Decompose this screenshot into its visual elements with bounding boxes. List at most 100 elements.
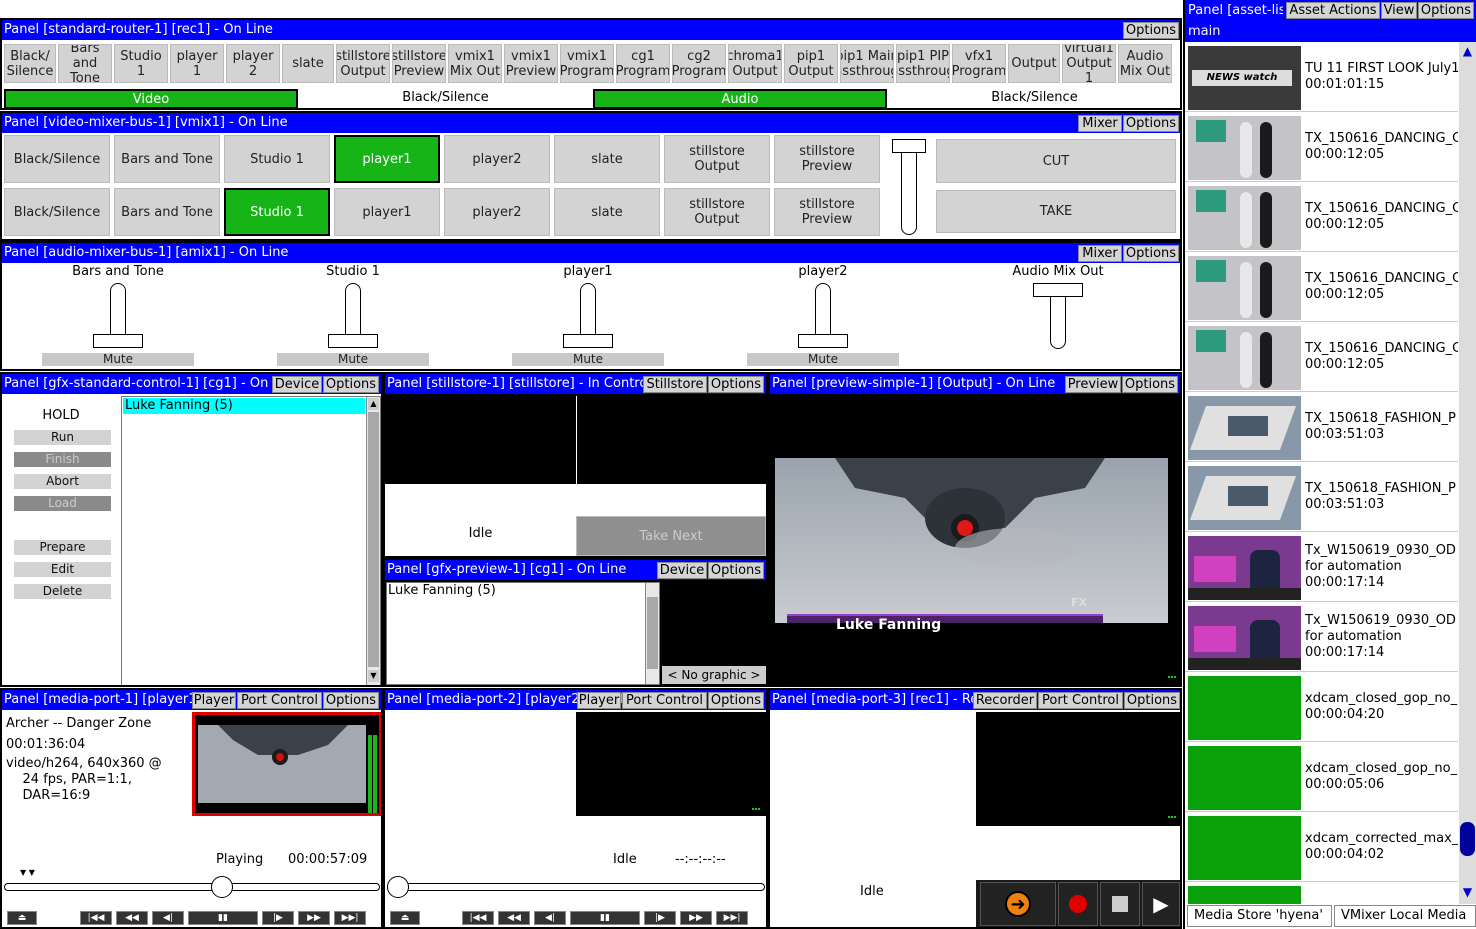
load-button[interactable]: Load — [14, 496, 111, 511]
recorder-button[interactable]: Recorder — [973, 692, 1037, 709]
router-source-button[interactable]: stillstore Output — [336, 44, 390, 83]
router-source-button[interactable]: vmix1 Mix Out — [448, 44, 502, 83]
mute-button[interactable]: Mute — [42, 353, 194, 366]
mute-button[interactable]: Mute — [277, 353, 429, 366]
tbar-track[interactable] — [901, 149, 917, 235]
graphic-nav[interactable]: < No graphic > — [662, 666, 766, 684]
asset-list-item[interactable]: Tx_W150619_0930_OD for automation 00:00:1… — [1185, 532, 1458, 602]
skip-start-button[interactable]: |◀◀ — [80, 911, 112, 925]
list-item-selected[interactable]: Luke Fanning (5) — [123, 398, 365, 414]
router-source-button[interactable]: Bars and Tone — [58, 44, 112, 83]
stop-button[interactable] — [1100, 882, 1140, 926]
graphics-list[interactable]: Luke Fanning (5) ▲ ▼ — [121, 396, 381, 685]
options-button[interactable]: Options — [1122, 376, 1178, 393]
tbar-handle[interactable] — [892, 139, 926, 153]
preview-button[interactable]: Preview — [1065, 376, 1121, 393]
delete-button[interactable]: Delete — [14, 584, 111, 599]
finish-button[interactable]: Finish — [14, 452, 111, 467]
skip-end-button[interactable]: ▶▶| — [334, 911, 366, 925]
pause-button[interactable]: ▮▮ — [188, 911, 258, 925]
scrollbar[interactable] — [645, 583, 659, 684]
list-item[interactable]: Luke Fanning (5) — [388, 583, 496, 599]
view-button[interactable]: View — [1381, 2, 1417, 19]
scroll-thumb[interactable] — [647, 597, 658, 669]
mixer-button[interactable]: Mixer — [1078, 115, 1122, 132]
eject-button[interactable]: ⏏ — [390, 911, 420, 925]
fast-forward-button[interactable]: ▶▶ — [680, 911, 712, 925]
scroll-down-arrow-icon[interactable]: ▼ — [368, 670, 379, 682]
options-button[interactable]: Options — [1123, 22, 1179, 39]
prev-arrow-icon[interactable]: < — [668, 668, 682, 682]
asset-list-item[interactable]: xdcam_corrected_max_ 00:00:04:02 — [1185, 812, 1458, 882]
scroll-down-arrow-icon[interactable]: ▼ — [1460, 885, 1475, 899]
rewind-button[interactable]: ◀◀ — [116, 911, 148, 925]
run-button[interactable]: Run — [14, 430, 111, 445]
fader-knob[interactable] — [563, 334, 613, 348]
tab-vmixer-local-media[interactable]: VMixer Local Media — [1334, 905, 1476, 927]
router-source-button[interactable]: pip1 PIP Passthrough — [896, 44, 950, 83]
scrub-handle[interactable] — [387, 876, 409, 898]
cut-button[interactable]: CUT — [936, 139, 1176, 183]
scrub-track[interactable] — [4, 883, 380, 891]
video-bus-indicator[interactable]: Video — [4, 89, 298, 108]
edit-button[interactable]: Edit — [14, 562, 111, 577]
options-button[interactable]: Options — [708, 692, 764, 709]
preview-source-button[interactable]: stillstore Output — [664, 188, 770, 236]
preview-source-button[interactable]: player1 — [334, 188, 440, 236]
router-source-button[interactable]: vmix1 Program — [560, 44, 614, 83]
scroll-up-arrow-icon[interactable]: ▲ — [1460, 44, 1475, 58]
step-back-button[interactable]: ◀| — [152, 911, 184, 925]
program-source-button[interactable]: Studio 1 — [224, 135, 330, 183]
preview-source-button[interactable]: Studio 1 — [224, 188, 330, 236]
next-arrow-icon[interactable]: > — [747, 668, 760, 682]
asset-list-item[interactable]: TX_150618_FASHION_P 00:03:51:03 — [1185, 462, 1458, 532]
fader-knob[interactable] — [798, 334, 848, 348]
scroll-thumb[interactable] — [368, 412, 379, 667]
skip-start-button[interactable]: |◀◀ — [462, 911, 494, 925]
program-source-button[interactable]: player1 — [334, 135, 440, 183]
prepare-button[interactable]: Prepare — [14, 540, 111, 555]
audio-bus-indicator[interactable]: Audio — [593, 89, 887, 108]
asset-list-item[interactable]: TX_150616_DANCING_C 00:00:12:05 — [1185, 112, 1458, 182]
router-source-button[interactable]: Audio Mix Out — [1118, 44, 1172, 83]
asset-list[interactable]: NEWS watch TU 11 FIRST LOOK July1 00:01:01… — [1185, 42, 1458, 904]
take-next-button[interactable]: Take Next — [576, 516, 766, 556]
player-button[interactable]: Player — [192, 692, 236, 709]
take-button[interactable]: TAKE — [936, 190, 1176, 233]
scrub-handle[interactable] — [211, 876, 233, 898]
asset-scrollbar[interactable]: ▲ ▼ — [1459, 42, 1476, 904]
router-source-button[interactable]: virtual1 Output 1 — [1062, 44, 1116, 83]
record-button[interactable] — [1058, 882, 1098, 926]
scrollbar[interactable]: ▲ ▼ — [366, 397, 380, 685]
asset-list-item[interactable]: Tx_W150619_0930_OD for automation 00:00:1… — [1185, 602, 1458, 672]
skip-end-button[interactable]: ▶▶| — [716, 911, 748, 925]
mute-button[interactable]: Mute — [512, 353, 664, 366]
fast-forward-button[interactable]: ▶▶ — [298, 911, 330, 925]
scroll-thumb[interactable] — [1460, 822, 1475, 856]
arrow-right-circle-button[interactable]: ➜ — [980, 882, 1056, 926]
preview-source-button[interactable]: player2 — [444, 188, 550, 236]
program-source-button[interactable]: Black/Silence — [4, 135, 110, 183]
program-source-button[interactable]: Bars and Tone — [114, 135, 220, 183]
player-button[interactable]: Player — [577, 692, 621, 709]
router-source-button[interactable]: chroma1 Output — [728, 44, 782, 83]
preview-source-button[interactable]: stillstore Preview — [774, 188, 880, 236]
asset-list-item[interactable]: TX_150616_DANCING_C 00:00:12:05 — [1185, 252, 1458, 322]
asset-list-item[interactable] — [1185, 882, 1458, 904]
play-button[interactable]: ▶ — [1142, 882, 1180, 926]
fader-knob[interactable] — [1033, 283, 1083, 297]
preview-source-button[interactable]: Black/Silence — [4, 188, 110, 236]
asset-list-item[interactable]: TX_150616_DANCING_C 00:00:12:05 — [1185, 322, 1458, 392]
options-button[interactable]: Options — [1124, 692, 1180, 709]
port-control-button[interactable]: Port Control — [622, 692, 707, 709]
preview-source-button[interactable]: slate — [554, 188, 660, 236]
asset-actions-button[interactable]: Asset Actions — [1286, 2, 1380, 19]
scrub-track[interactable] — [387, 883, 765, 891]
pause-button[interactable]: ▮▮ — [570, 911, 640, 925]
router-source-button[interactable]: player 2 — [226, 44, 280, 83]
options-button[interactable]: Options — [323, 692, 379, 709]
gfx-preview-list[interactable]: Luke Fanning (5) — [386, 582, 660, 685]
program-source-button[interactable]: slate — [554, 135, 660, 183]
asset-list-item[interactable]: TX_150618_FASHION_P 00:03:51:03 — [1185, 392, 1458, 462]
router-source-button[interactable]: vfx1 Program — [952, 44, 1006, 83]
